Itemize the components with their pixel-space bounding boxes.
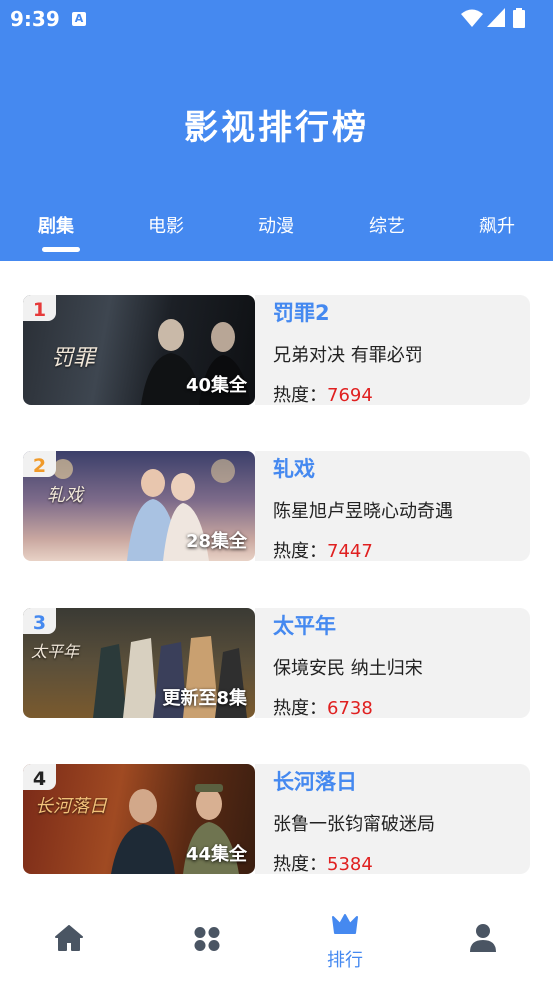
rank-badge: 4 — [23, 764, 56, 790]
poster-thumbnail[interactable]: 长河落日 4 44集全 — [23, 764, 255, 874]
user-icon — [470, 924, 496, 952]
heat-label: 热度： — [273, 854, 327, 875]
poster-title-text: 轧戏 — [47, 485, 83, 506]
rank-badge: 2 — [23, 451, 56, 477]
tab-anime[interactable]: 动漫 — [231, 212, 321, 238]
poster-thumbnail[interactable]: 太平年 3 更新至8集 — [23, 608, 255, 718]
heat-label: 热度： — [273, 698, 327, 719]
tab-drama[interactable]: 剧集 — [11, 212, 101, 238]
nav-category[interactable] — [138, 893, 276, 984]
category-tabs: 剧集 电影 动漫 综艺 飙升 — [0, 208, 553, 261]
poster-title-text: 长河落日 — [35, 796, 107, 817]
list-item[interactable]: 轧戏 2 28集全 轧戏 陈星旭卢昱晓心动奇遇 热度：7447 — [23, 451, 530, 563]
system-icons — [461, 8, 541, 28]
heat-value: 5384 — [327, 854, 373, 875]
item-title[interactable]: 太平年 — [273, 610, 336, 640]
item-info-card[interactable]: 太平年 保境安民 纳土归宋 热度：6738 — [255, 608, 530, 720]
episode-count: 40集全 — [185, 375, 247, 396]
item-description: 张鲁一张钧甯破迷局 — [273, 814, 435, 835]
heat-value: 6738 — [327, 698, 373, 719]
notification-app-icon: A — [72, 12, 86, 26]
wifi-icon — [461, 9, 483, 27]
nav-home[interactable] — [0, 893, 138, 984]
poster-thumbnail[interactable]: 罚罪 1 40集全 — [23, 295, 255, 405]
grid-icon — [194, 927, 220, 951]
poster-title-text: 罚罪 — [51, 346, 96, 371]
tab-variety[interactable]: 综艺 — [342, 212, 432, 238]
item-info-card[interactable]: 轧戏 陈星旭卢昱晓心动奇遇 热度：7447 — [255, 451, 530, 563]
poster-thumbnail[interactable]: 轧戏 2 28集全 — [23, 451, 255, 561]
rank-badge: 1 — [23, 295, 56, 321]
list-item[interactable]: 太平年 3 更新至8集 太平年 保境安民 纳土归宋 热度：6738 — [23, 608, 530, 720]
signal-icon — [487, 8, 505, 27]
heat-label: 热度： — [273, 385, 327, 406]
poster-title-text: 太平年 — [31, 642, 80, 661]
tab-movie[interactable]: 电影 — [121, 212, 211, 238]
heat-row: 热度：7447 — [273, 537, 373, 563]
rank-badge: 3 — [23, 608, 56, 634]
crown-icon — [332, 914, 358, 934]
list-item[interactable]: 长河落日 4 44集全 长河落日 张鲁一张钧甯破迷局 热度：5384 — [23, 764, 530, 876]
episode-count: 28集全 — [185, 531, 247, 552]
item-description: 陈星旭卢昱晓心动奇遇 — [273, 501, 453, 522]
tab-rising[interactable]: 飙升 — [452, 212, 542, 238]
episode-count: 44集全 — [185, 844, 247, 865]
nav-profile[interactable] — [414, 893, 552, 984]
list-item[interactable]: 罚罪 1 40集全 罚罪2 兄弟对决 有罪必罚 热度：7694 — [23, 295, 530, 407]
nav-ranking[interactable]: 排行 — [276, 893, 414, 984]
heat-row: 热度：7694 — [273, 381, 373, 407]
heat-row: 热度：6738 — [273, 694, 373, 720]
item-info-card[interactable]: 长河落日 张鲁一张钧甯破迷局 热度：5384 — [255, 764, 530, 876]
home-icon — [55, 925, 83, 951]
heat-row: 热度：5384 — [273, 850, 373, 876]
heat-value: 7694 — [327, 385, 373, 406]
battery-icon — [513, 8, 525, 28]
status-time: 9:39 — [10, 7, 60, 31]
page-title: 影视排行榜 — [184, 108, 369, 148]
episode-count: 更新至8集 — [162, 688, 247, 709]
item-description: 兄弟对决 有罪必罚 — [273, 345, 423, 366]
nav-ranking-label: 排行 — [327, 950, 363, 971]
header: 9:39 A 影视排行榜 剧集 电影 动漫 综艺 飙升 — [0, 0, 553, 261]
tab-indicator — [42, 247, 80, 252]
heat-value: 7447 — [327, 541, 373, 562]
item-info-card[interactable]: 罚罪2 兄弟对决 有罪必罚 热度：7694 — [255, 295, 530, 407]
item-title[interactable]: 轧戏 — [273, 453, 315, 483]
item-description: 保境安民 纳土归宋 — [273, 658, 423, 679]
item-title[interactable]: 罚罪2 — [273, 297, 330, 327]
item-title[interactable]: 长河落日 — [273, 766, 357, 796]
status-bar: 9:39 A — [0, 0, 553, 38]
bottom-navigation: 排行 — [0, 893, 553, 984]
heat-label: 热度： — [273, 541, 327, 562]
